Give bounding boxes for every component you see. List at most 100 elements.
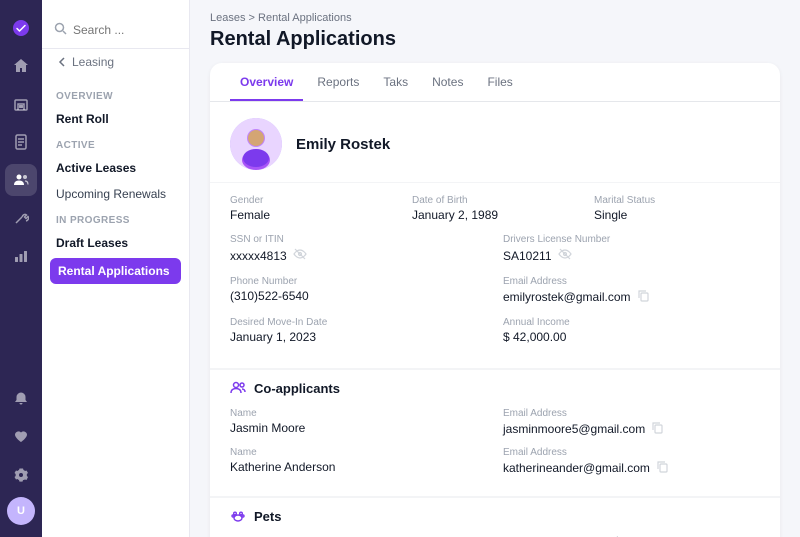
movein-label: Desired Move-In Date bbox=[230, 317, 487, 328]
breadcrumb: Leases > Rental Applications bbox=[210, 12, 780, 24]
marital-field: Marital Status Single bbox=[594, 195, 760, 222]
coapplicant-2-email-text: katherineander@gmail.com bbox=[503, 461, 650, 475]
chart-icon[interactable] bbox=[5, 240, 37, 272]
people-icon[interactable] bbox=[5, 164, 37, 196]
movein-field: Desired Move-In Date January 1, 2023 bbox=[230, 317, 487, 344]
coapplicants-list: Name Jasmin Moore Email Address jasminmo… bbox=[210, 402, 780, 497]
phone-value: (310)522-6540 bbox=[230, 289, 487, 303]
coapplicants-label: Co-applicants bbox=[254, 381, 340, 396]
coapplicant-1-name-value: Jasmin Moore bbox=[230, 421, 487, 435]
email-label: Email Address bbox=[503, 276, 760, 287]
tabs-bar: Overview Reports Taks Notes Files bbox=[210, 63, 780, 102]
email-text: emilyrostek@gmail.com bbox=[503, 290, 631, 304]
tab-files[interactable]: Files bbox=[477, 63, 522, 101]
coapplicant-2-email-label: Email Address bbox=[503, 447, 760, 458]
left-navigation: Leasing Overview Rent Roll Active Active… bbox=[42, 0, 190, 537]
breadcrumb-current: Rental Applications bbox=[258, 12, 352, 24]
dob-value: January 2, 1989 bbox=[412, 208, 578, 222]
section-label-in-progress: In progress bbox=[42, 207, 189, 230]
pets-header: Pets bbox=[210, 497, 780, 530]
sidebar-item-draft-leases[interactable]: Draft Leases bbox=[42, 230, 189, 256]
fields-row-3: Phone Number (310)522-6540 Email Address… bbox=[230, 276, 760, 305]
tab-overview[interactable]: Overview bbox=[230, 63, 303, 101]
bell-icon[interactable] bbox=[5, 383, 37, 415]
drivers-mask-icon[interactable] bbox=[558, 247, 572, 264]
phone-field: Phone Number (310)522-6540 bbox=[230, 276, 487, 305]
profile-header: Emily Rostek bbox=[210, 102, 780, 183]
content-area: Overview Reports Taks Notes Files bbox=[190, 51, 800, 537]
sidebar-item-rental-applications[interactable]: Rental Applications bbox=[50, 258, 181, 284]
coapplicant-2-name-value: Katherine Anderson bbox=[230, 460, 487, 474]
coapplicant-1-email-label: Email Address bbox=[503, 408, 760, 419]
heart-icon[interactable] bbox=[5, 421, 37, 453]
ssn-text: xxxxx4813 bbox=[230, 249, 287, 263]
main-card: Overview Reports Taks Notes Files bbox=[210, 63, 780, 537]
drivers-label: Drivers License Number bbox=[503, 234, 760, 245]
search-icon bbox=[54, 22, 67, 38]
sidebar-item-rent-roll[interactable]: Rent Roll bbox=[42, 106, 189, 132]
breadcrumb-parent[interactable]: Leases bbox=[210, 12, 245, 24]
search-input[interactable] bbox=[73, 23, 177, 37]
back-button[interactable]: Leasing bbox=[42, 49, 189, 75]
breadcrumb-separator: > bbox=[249, 12, 255, 24]
applicant-avatar bbox=[230, 118, 282, 170]
user-avatar[interactable]: U bbox=[7, 497, 35, 525]
movein-value: January 1, 2023 bbox=[230, 330, 487, 344]
building-icon[interactable] bbox=[5, 88, 37, 120]
pets-label: Pets bbox=[254, 509, 281, 524]
fields-row-1: Gender Female Date of Birth January 2, 1… bbox=[230, 195, 760, 222]
tab-reports[interactable]: Reports bbox=[307, 63, 369, 101]
page-title: Rental Applications bbox=[210, 28, 780, 51]
income-field: Annual Income $ 42,000.00 bbox=[503, 317, 760, 344]
ssn-field: SSN or ITIN xxxxx4813 bbox=[230, 234, 487, 264]
section-label-active: Active bbox=[42, 132, 189, 155]
coapplicant-2-email-value: katherineander@gmail.com bbox=[503, 460, 760, 476]
drivers-text: SA10211 bbox=[503, 249, 552, 263]
coapplicant-1-name-field: Name Jasmin Moore bbox=[230, 408, 487, 437]
coapplicant-row-1: Name Jasmin Moore Email Address jasminmo… bbox=[230, 408, 760, 437]
applicant-name: Emily Rostek bbox=[296, 136, 390, 153]
top-bar: Leases > Rental Applications Rental Appl… bbox=[190, 0, 800, 51]
coapplicant-row-2: Name Katherine Anderson Email Address ka… bbox=[230, 447, 760, 476]
coapplicant-1-copy-icon[interactable] bbox=[651, 421, 664, 437]
gender-field: Gender Female bbox=[230, 195, 396, 222]
fields-row-2: SSN or ITIN xxxxx4813 bbox=[230, 234, 760, 264]
marital-label: Marital Status bbox=[594, 195, 760, 206]
coapplicant-1-name-label: Name bbox=[230, 408, 487, 419]
pets-list: Name Momo Type Grey Cat (British Shorts)… bbox=[210, 530, 780, 537]
ssn-label: SSN or ITIN bbox=[230, 234, 487, 245]
email-value: emilyrostek@gmail.com bbox=[503, 289, 760, 305]
gender-value: Female bbox=[230, 208, 396, 222]
home-icon[interactable] bbox=[5, 50, 37, 82]
tab-notes[interactable]: Notes bbox=[422, 63, 473, 101]
section-label-overview: Overview bbox=[42, 83, 189, 106]
coapplicant-2-name-label: Name bbox=[230, 447, 487, 458]
coapplicant-2-copy-icon[interactable] bbox=[656, 460, 669, 476]
gear-icon[interactable] bbox=[5, 459, 37, 491]
ssn-mask-icon[interactable] bbox=[293, 247, 307, 264]
app-logo-icon[interactable] bbox=[5, 12, 37, 44]
email-copy-icon[interactable] bbox=[637, 289, 650, 305]
income-value: $ 42,000.00 bbox=[503, 330, 760, 344]
drivers-field: Drivers License Number SA10211 bbox=[503, 234, 760, 264]
coapplicant-2-name-field: Name Katherine Anderson bbox=[230, 447, 487, 476]
sidebar-item-active-leases[interactable]: Active Leases bbox=[42, 155, 189, 181]
tool-icon[interactable] bbox=[5, 202, 37, 234]
gender-label: Gender bbox=[230, 195, 396, 206]
applicant-fields: Gender Female Date of Birth January 2, 1… bbox=[210, 183, 780, 369]
phone-label: Phone Number bbox=[230, 276, 487, 287]
dob-label: Date of Birth bbox=[412, 195, 578, 206]
sidebar-item-upcoming-renewals[interactable]: Upcoming Renewals bbox=[42, 181, 189, 207]
tab-taks[interactable]: Taks bbox=[373, 63, 418, 101]
drivers-value: SA10211 bbox=[503, 247, 760, 264]
back-label: Leasing bbox=[72, 55, 114, 69]
coapplicants-header: Co-applicants bbox=[210, 369, 780, 402]
document-icon[interactable] bbox=[5, 126, 37, 158]
fields-row-4: Desired Move-In Date January 1, 2023 Ann… bbox=[230, 317, 760, 344]
dob-field: Date of Birth January 2, 1989 bbox=[412, 195, 578, 222]
coapplicant-2-email-field: Email Address katherineander@gmail.com bbox=[503, 447, 760, 476]
coapplicant-1-email-field: Email Address jasminmoore5@gmail.com bbox=[503, 408, 760, 437]
coapplicant-1-email-value: jasminmoore5@gmail.com bbox=[503, 421, 760, 437]
email-field: Email Address emilyrostek@gmail.com bbox=[503, 276, 760, 305]
icon-sidebar: U bbox=[0, 0, 42, 537]
